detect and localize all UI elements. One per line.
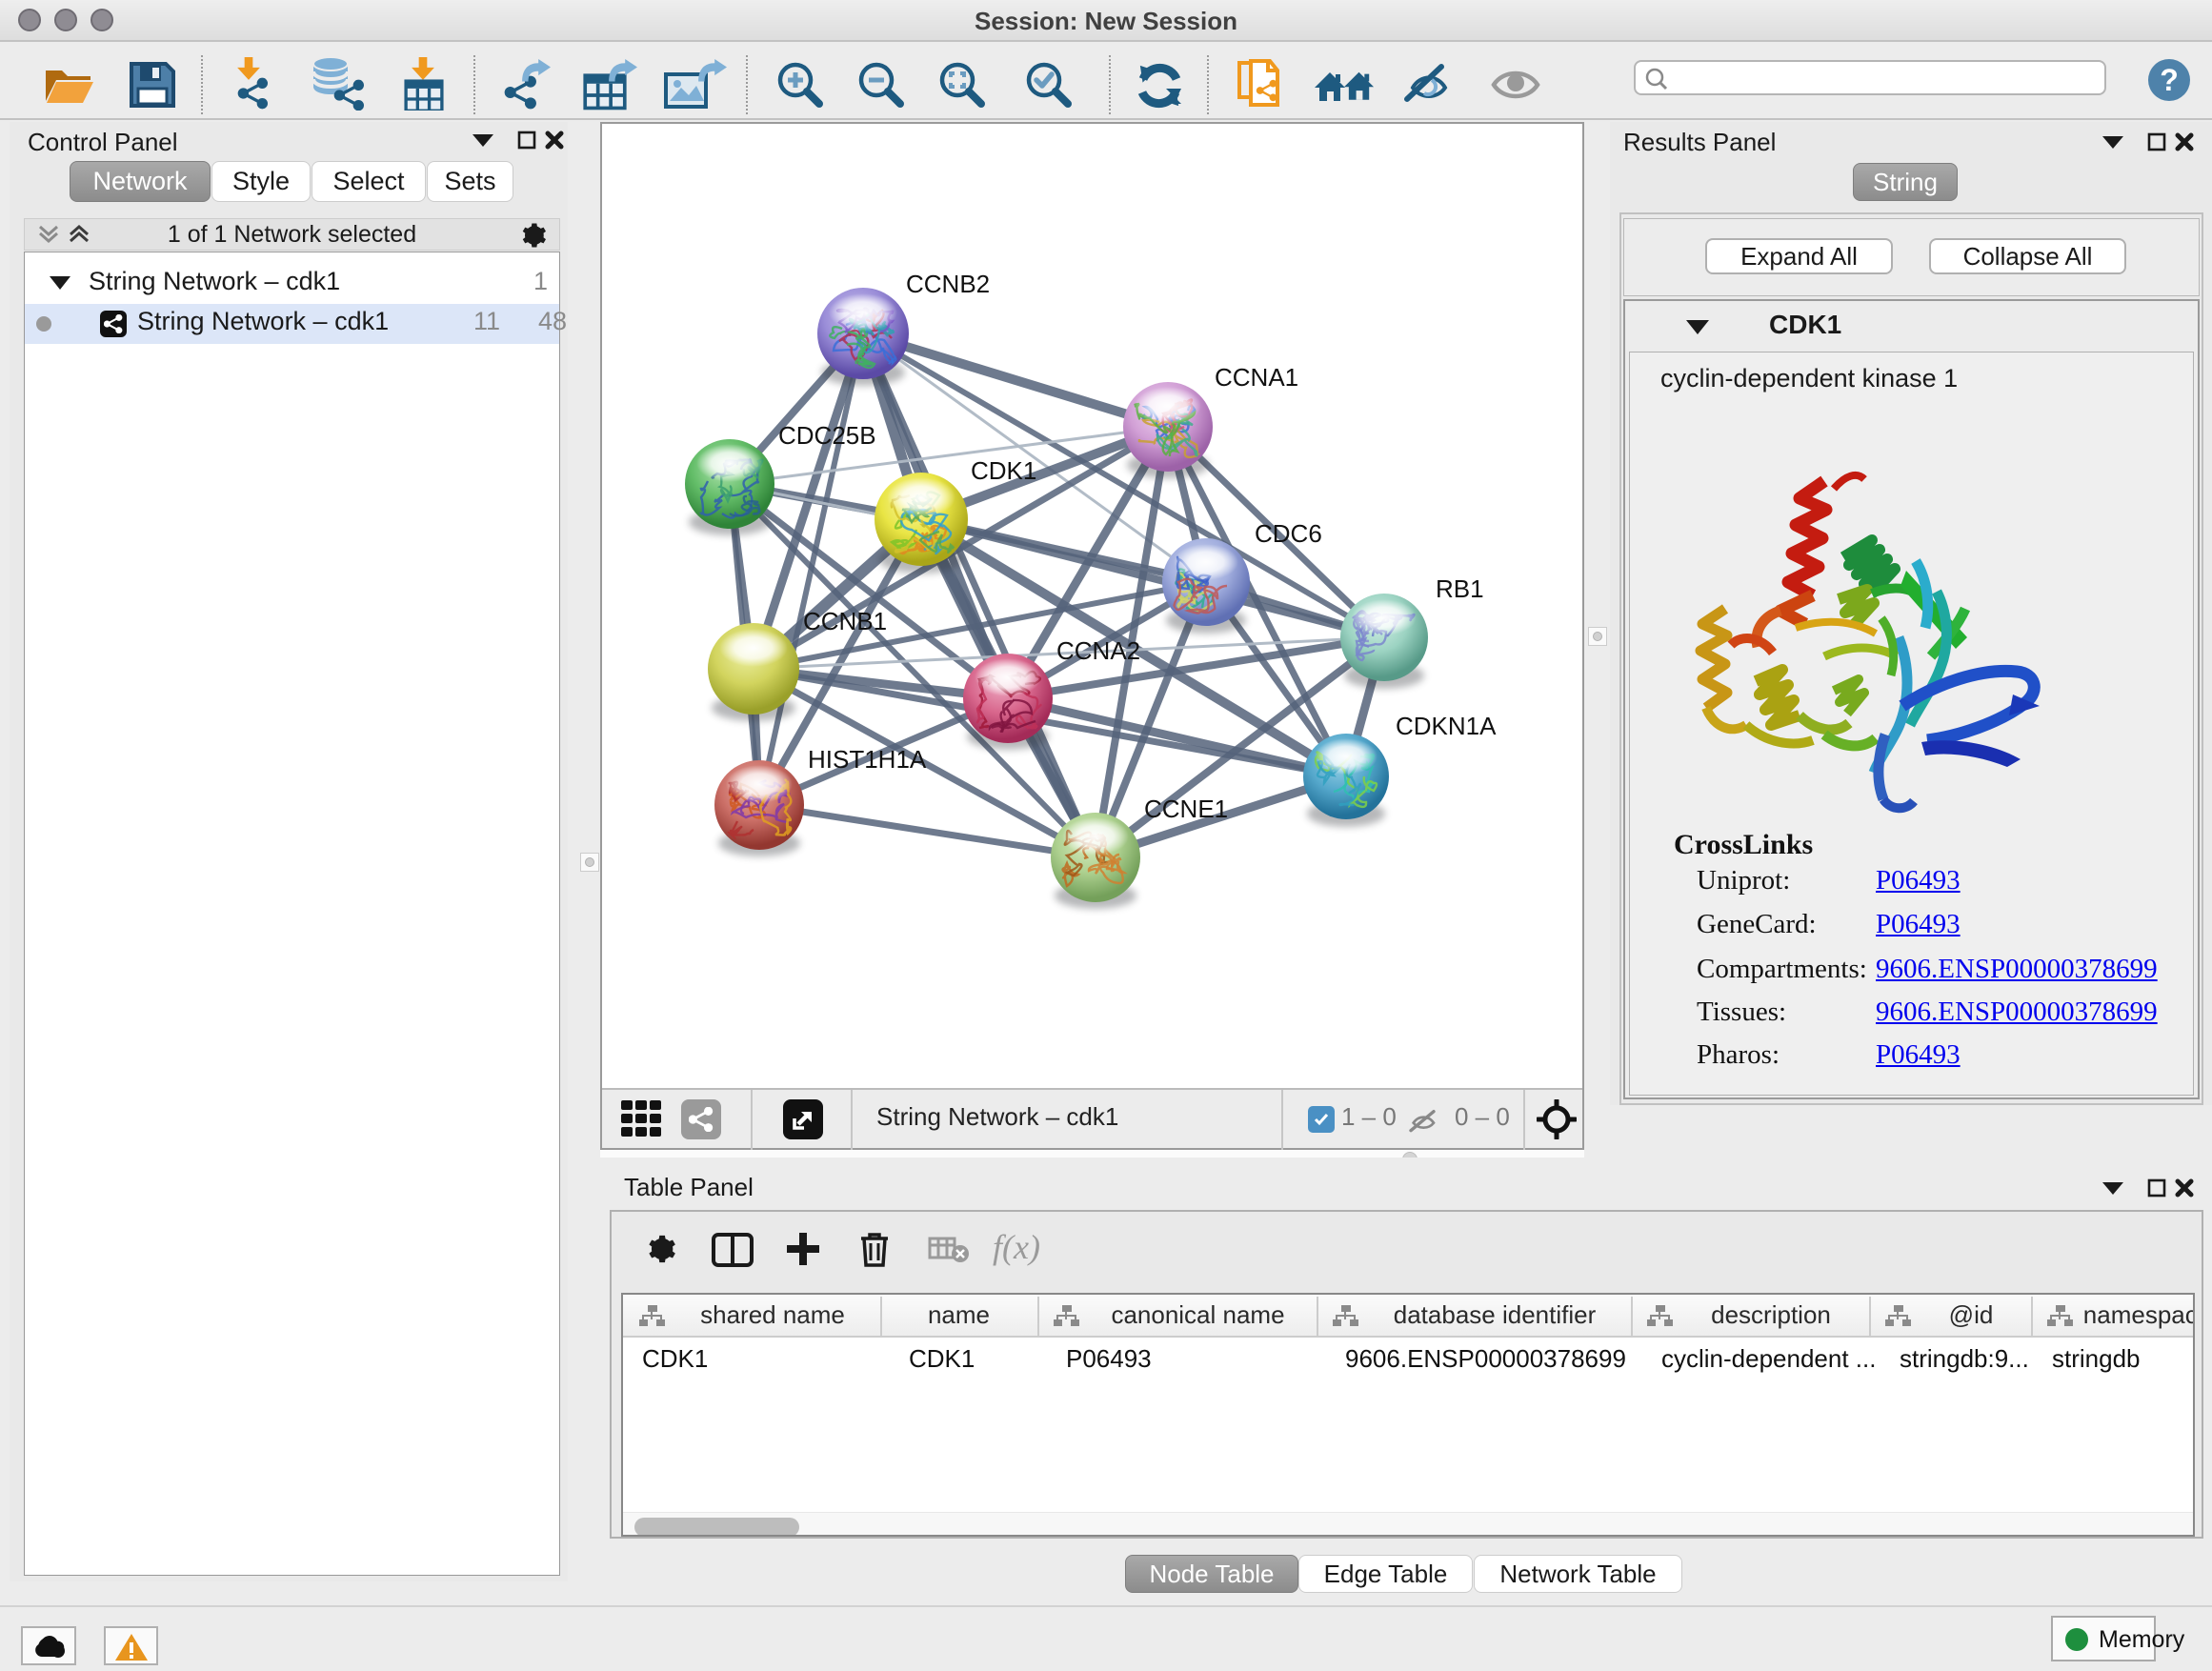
svg-text:CDC6: CDC6 [1255,519,1322,548]
svg-text:CDKN1A: CDKN1A [1396,712,1497,740]
svg-text:CDC25B: CDC25B [778,421,876,450]
svg-text:CCNA1: CCNA1 [1215,363,1298,392]
svg-text:RB1: RB1 [1436,574,1484,603]
svg-text:?: ? [2160,63,2179,97]
svg-text:CCNB1: CCNB1 [803,607,887,635]
svg-text:HIST1H1A: HIST1H1A [808,745,927,774]
svg-text:CCNE1: CCNE1 [1144,795,1228,823]
svg-text:CCNA2: CCNA2 [1056,636,1140,665]
svg-text:CCNB2: CCNB2 [906,270,990,298]
svg-text:CDK1: CDK1 [971,456,1036,485]
